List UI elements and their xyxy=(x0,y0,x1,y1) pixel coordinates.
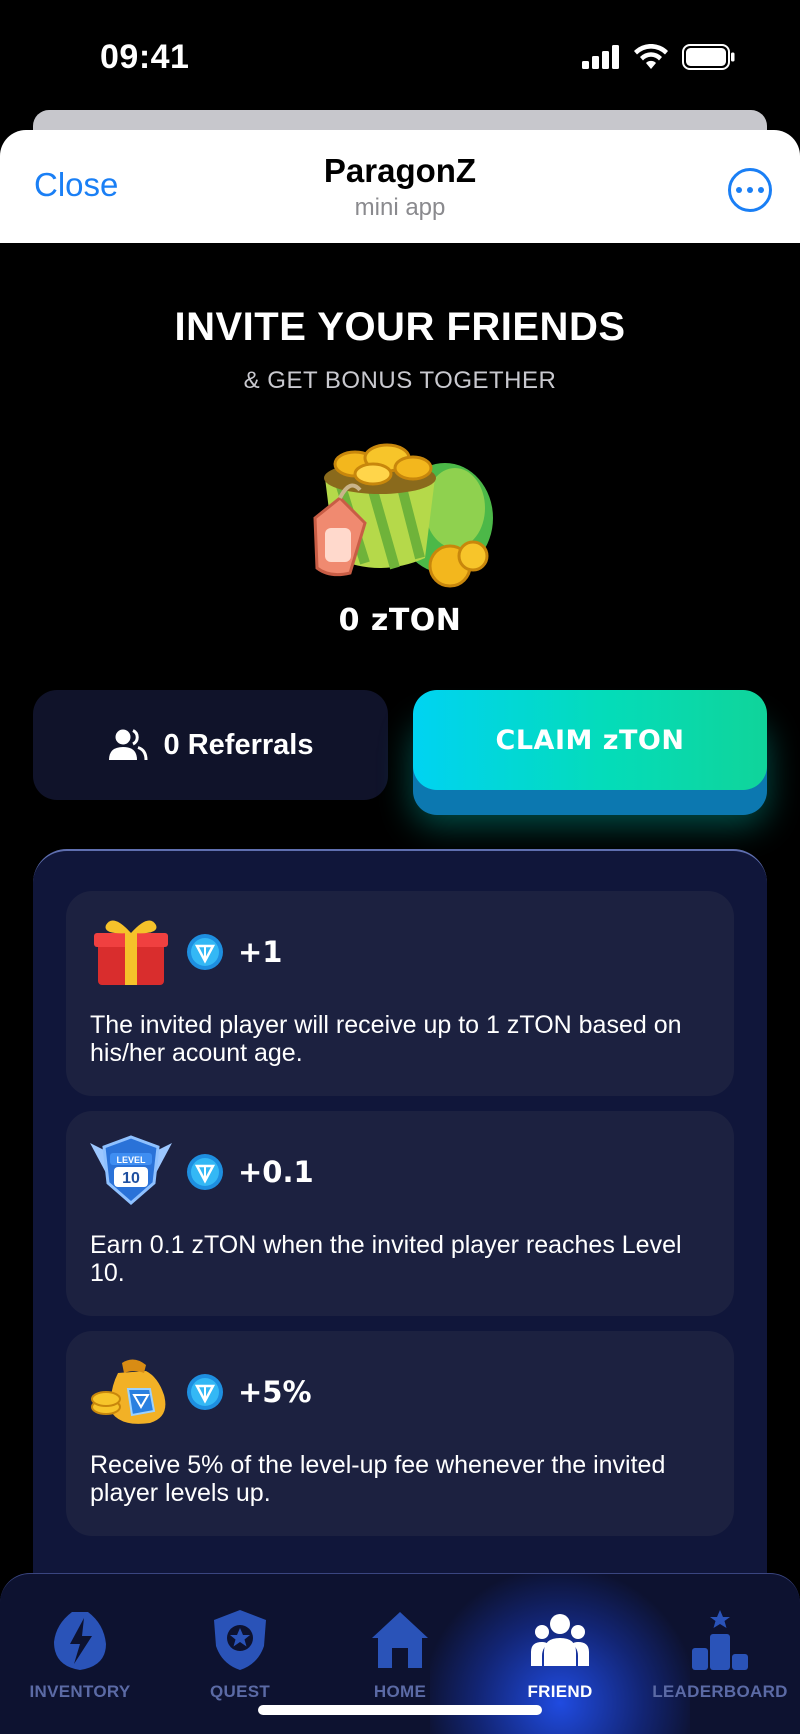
mini-app-header: Close ParagonZ mini app xyxy=(0,130,800,243)
bonus-description: The invited player will receive up to 1 … xyxy=(90,1011,682,1067)
podium-icon xyxy=(692,1610,748,1670)
status-time: 09:41 xyxy=(100,38,190,76)
bonus-description: Earn 0.1 zTON when the invited player re… xyxy=(90,1231,682,1287)
bonus-card-fee: +5% Receive 5% of the level-up fee whene… xyxy=(66,1331,734,1536)
invite-subtitle: & GET BONUS TOGETHER xyxy=(243,367,557,394)
signal-icon xyxy=(582,45,619,69)
bonus-description: Receive 5% of the level-up fee whenever … xyxy=(90,1451,666,1507)
app-subtitle: mini app xyxy=(354,194,446,221)
gift-icon xyxy=(94,920,168,985)
bonus-amount: +5% xyxy=(238,1375,312,1409)
nav-label: LEADERBOARD xyxy=(652,1682,788,1701)
nav-inventory[interactable]: INVENTORY xyxy=(0,1574,160,1734)
invite-title: INVITE YOUR FRIENDS xyxy=(174,305,626,349)
nav-label: INVENTORY xyxy=(29,1682,131,1701)
svg-text:LEVEL: LEVEL xyxy=(116,1155,146,1165)
friend-screen: INVITE YOUR FRIENDS & GET BONUS TOGETHER… xyxy=(0,243,800,1734)
bonus-card-level: LEVEL 10 +0.1 Earn 0.1 zTON when the inv… xyxy=(66,1111,734,1316)
status-icons xyxy=(582,44,736,70)
status-bar: 09:41 xyxy=(0,0,800,110)
more-dots-icon xyxy=(736,187,742,193)
app-title: ParagonZ xyxy=(323,152,477,189)
shield-star-icon xyxy=(214,1610,266,1670)
home-indicator xyxy=(258,1705,542,1715)
claim-ztn-button[interactable]: CLAIM zTON xyxy=(413,690,767,790)
wifi-icon xyxy=(634,44,668,69)
bonus-card-invite: +1 The invited player will receive up to… xyxy=(66,891,734,1096)
home-icon xyxy=(372,1612,428,1668)
claim-button-label: CLAIM zTON xyxy=(495,724,685,756)
svg-text:10: 10 xyxy=(122,1170,140,1187)
money-bag-icon xyxy=(91,1359,166,1424)
nav-leaderboard[interactable]: LEADERBOARD xyxy=(640,1574,800,1734)
more-options-button[interactable] xyxy=(728,168,772,212)
lightning-icon xyxy=(54,1612,106,1670)
nav-label: HOME xyxy=(373,1682,427,1701)
bonus-amount: +0.1 xyxy=(238,1155,314,1189)
ztn-balance: 0 zTON xyxy=(338,603,462,638)
users-icon xyxy=(108,729,148,761)
ztn-token-icon xyxy=(187,934,223,970)
bonus-amount: +1 xyxy=(238,935,283,969)
nav-label: FRIEND xyxy=(527,1682,593,1701)
nav-label: QUEST xyxy=(209,1682,271,1701)
ztn-token-icon xyxy=(187,1154,223,1190)
coin-pot-icon xyxy=(313,443,493,588)
ztn-token-icon xyxy=(187,1374,223,1410)
referrals-label: 0 Referrals xyxy=(163,728,314,761)
battery-icon xyxy=(682,44,735,70)
level-10-badge-icon: LEVEL 10 xyxy=(90,1135,172,1205)
friends-icon xyxy=(531,1614,589,1666)
referrals-counter: 0 Referrals xyxy=(33,690,388,800)
